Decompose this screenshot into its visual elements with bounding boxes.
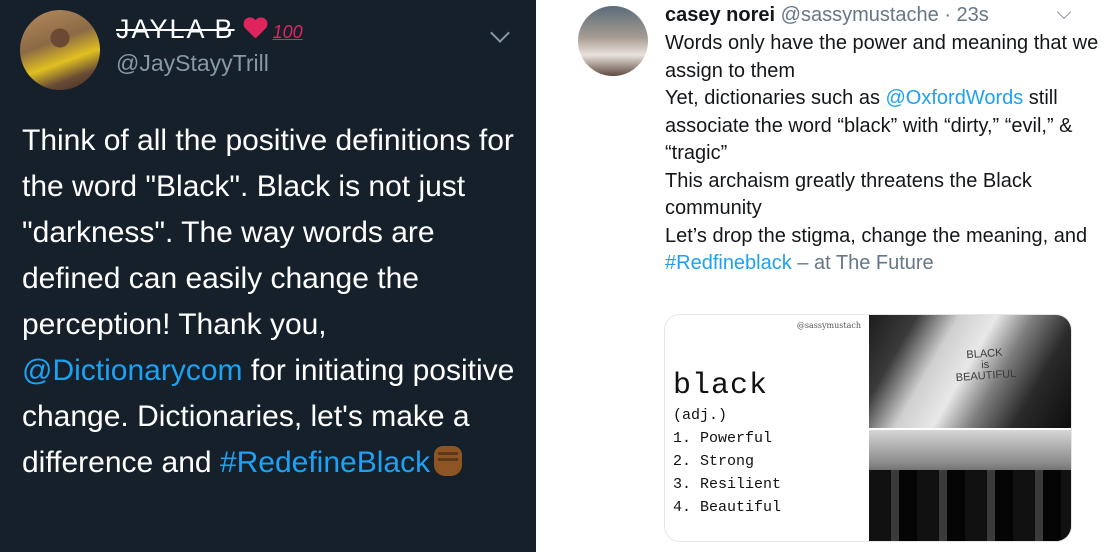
chevron-down-icon[interactable] xyxy=(490,23,510,43)
display-name-text: JAYLA B xyxy=(116,14,235,44)
definition-item: 4. Beautiful xyxy=(673,499,782,516)
heart-icon xyxy=(243,18,267,40)
avatar[interactable] xyxy=(578,6,648,76)
chevron-down-icon[interactable] xyxy=(1056,4,1072,20)
definition-item: 1. Powerful xyxy=(673,430,773,447)
jacket-photo[interactable]: BLACK is BEAUTIFUL xyxy=(869,315,1071,428)
protest-photo[interactable] xyxy=(869,430,1071,541)
part-of-speech: (adj.) xyxy=(673,407,728,424)
avatar[interactable] xyxy=(20,10,100,90)
tweet-text: Think of all the positive definitions fo… xyxy=(22,118,522,486)
mention-link[interactable]: @OxfordWords xyxy=(886,87,1024,109)
media-grid[interactable]: @sassymustach black (adj.) 1. Powerful 2… xyxy=(664,314,1072,542)
definition-word: black xyxy=(673,369,769,403)
watermark: @sassymustach xyxy=(796,321,861,330)
hashtag-link[interactable]: #Redfineblack xyxy=(665,252,792,274)
tweet-text-part: Yet, dictionaries such as xyxy=(665,87,886,109)
place-tag[interactable]: – at The Future xyxy=(792,252,933,274)
tweet-line: Words only have the power and meaning th… xyxy=(665,32,1099,82)
definition-card-image[interactable]: @sassymustach black (adj.) 1. Powerful 2… xyxy=(665,315,867,541)
definition-list: 1. Powerful 2. Strong 3. Resilient 4. Be… xyxy=(673,427,781,519)
jacket-text: BLACK is BEAUTIFUL xyxy=(954,347,1017,385)
user-handle[interactable]: @sassymustache xyxy=(781,4,939,26)
tweet-header: casey norei @sassymustache · 23s xyxy=(665,4,989,27)
dark-tweet: JAYLA B 100 @JayStayyTrill Think of all t… xyxy=(0,0,536,552)
tweet-text-part: Let’s drop the stigma, change the meanin… xyxy=(665,224,1088,247)
display-name[interactable]: casey norei xyxy=(665,4,775,26)
tweet-line: Let’s drop the stigma, change the meanin… xyxy=(665,223,1105,278)
tweet-text: Words only have the power and meaning th… xyxy=(665,30,1105,278)
raised-fist-icon xyxy=(434,446,463,476)
hashtag-link[interactable]: #RedefineBlack xyxy=(220,446,430,479)
hundred-icon: 100 xyxy=(272,22,303,42)
tweet-line: This archaism greatly threatens the Blac… xyxy=(665,169,1032,220)
definition-item: 3. Resilient xyxy=(673,476,782,493)
timestamp[interactable]: · 23s xyxy=(944,4,988,26)
display-name[interactable]: JAYLA B 100 xyxy=(116,14,303,45)
definition-item: 2. Strong xyxy=(673,453,755,470)
user-handle[interactable]: @JayStayyTrill xyxy=(116,50,269,77)
tweet-line: Yet, dictionaries such as @OxfordWords s… xyxy=(665,85,1105,168)
mention-link[interactable]: @Dictionarycom xyxy=(22,354,243,387)
jacket-text-line: BEAUTIFUL xyxy=(955,367,1017,385)
tweet-text-part: Think of all the positive definitions fo… xyxy=(22,124,514,341)
light-tweet: casey norei @sassymustache · 23s Words o… xyxy=(546,0,1112,552)
